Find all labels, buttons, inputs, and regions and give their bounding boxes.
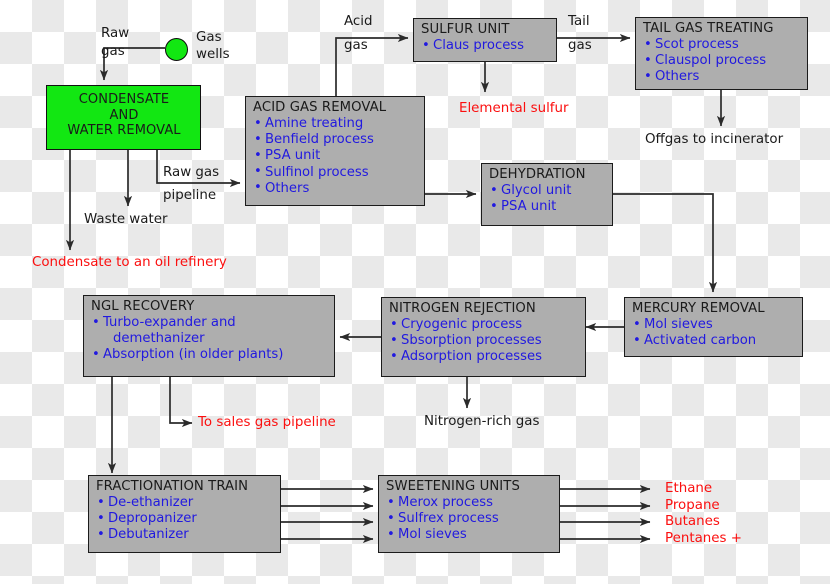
product-label-ethane: Ethane (665, 481, 713, 496)
list-item-continuation: demethanizer (113, 331, 205, 347)
list-item: PSA unit (489, 199, 606, 215)
tail-gas-treating-items: Scot process Clauspol process Others (643, 36, 801, 86)
flow-diagram-canvas: Gas wells Raw gas CONDENSATE AND WATER R… (0, 0, 830, 584)
node-mercury-removal[interactable]: MERCURY REMOVAL Mol sieves Activated car… (624, 297, 803, 357)
stream-label-to-sales-gas-pipeline: To sales gas pipeline (198, 415, 336, 430)
list-item: Others (643, 69, 801, 85)
node-acid-gas-removal[interactable]: ACID GAS REMOVAL Amine treating Benfield… (245, 96, 425, 206)
stream-label-elemental-sulfur: Elemental sulfur (459, 101, 569, 116)
list-item: Others (253, 180, 418, 197)
ngl-recovery-title: NGL RECOVERY (91, 299, 195, 314)
list-item: Mol sieves (632, 316, 796, 333)
fractionation-train-items: De-ethanizer Depropanizer Debutanizer (96, 494, 274, 544)
node-dehydration[interactable]: DEHYDRATION Glycol unit PSA unit (481, 163, 613, 226)
acid-gas-removal-items: Amine treating Benfield process PSA unit… (253, 115, 418, 197)
list-item: Amine treating (253, 115, 418, 132)
tail-gas-treating-title: TAIL GAS TREATING (643, 21, 774, 36)
stream-label-tail-gas-line2: gas (568, 38, 592, 53)
list-item: Debutanizer (96, 527, 274, 543)
nitrogen-rejection-items: Cryogenic process Sbsorption processes A… (389, 316, 579, 366)
node-fractionation-train[interactable]: FRACTIONATION TRAIN De-ethanizer Depropa… (88, 475, 281, 553)
list-item: Activated carbon (632, 333, 796, 349)
node-tail-gas-treating[interactable]: TAIL GAS TREATING Scot process Clauspol … (635, 17, 808, 90)
list-item: Glycol unit (489, 182, 606, 199)
list-item: Cryogenic process (389, 316, 579, 333)
list-item: Claus process (421, 37, 550, 54)
node-nitrogen-rejection[interactable]: NITROGEN REJECTION Cryogenic process Sbs… (381, 297, 586, 377)
stream-label-acid-gas-line2: gas (344, 38, 368, 53)
stream-label-raw-gas-line1: Raw (101, 26, 130, 41)
list-item: Sbsorption processes (389, 333, 579, 349)
list-item: Absorption (in older plants) (91, 347, 328, 363)
list-item: Sulfrex process (386, 511, 553, 527)
acid-gas-removal-title: ACID GAS REMOVAL (253, 100, 387, 115)
condensate-title-line1: CONDENSATE (78, 92, 170, 107)
product-label-pentanes: Pentanes + (665, 531, 742, 546)
sulfur-unit-items: Claus process (421, 37, 550, 54)
list-item: Adsorption processes (389, 349, 579, 365)
condensate-title-line3: WATER REMOVAL (67, 123, 181, 138)
gas-wells-label-line1: Gas (196, 30, 222, 45)
sulfur-unit-title: SULFUR UNIT (421, 22, 510, 37)
list-item: Mol sieves (386, 527, 553, 543)
stream-label-waste-water: Waste water (84, 212, 168, 227)
wire-ngl-to-salesgas (169, 377, 193, 428)
wire-dehydration-to-mercury (613, 193, 718, 293)
dehydration-title: DEHYDRATION (489, 167, 586, 182)
list-item: Sulfinol process (253, 164, 418, 181)
stream-label-acid-gas-line1: Acid (344, 14, 373, 29)
node-condensate-and-water-removal[interactable]: CONDENSATE AND WATER REMOVAL (46, 85, 201, 150)
stream-label-nitrogen-rich-gas: Nitrogen-rich gas (424, 414, 540, 429)
product-label-butanes: Butanes (665, 514, 720, 529)
fractionation-train-title: FRACTIONATION TRAIN (96, 479, 249, 494)
condensate-title-line2: AND (109, 107, 139, 123)
gas-wells-node[interactable] (165, 38, 188, 61)
node-ngl-recovery[interactable]: NGL RECOVERY Turbo-expander and demethan… (83, 295, 335, 377)
list-item: Clauspol process (643, 53, 801, 69)
stream-label-offgas-to-incinerator: Offgas to incinerator (645, 132, 784, 147)
gas-wells-label-line2: wells (196, 47, 230, 62)
node-sweetening-units[interactable]: SWEETENING UNITS Merox process Sulfrex p… (378, 475, 560, 553)
stream-label-raw-gas-line2: gas (101, 44, 125, 59)
product-label-propane: Propane (665, 498, 720, 513)
node-sulfur-unit[interactable]: SULFUR UNIT Claus process (413, 18, 557, 62)
ngl-recovery-items: Turbo-expander and demethanizer Absorpti… (91, 314, 328, 364)
list-item: Depropanizer (96, 511, 274, 527)
stream-label-raw-gas-pipeline-line2: pipeline (163, 188, 217, 203)
mercury-removal-title: MERCURY REMOVAL (632, 301, 765, 316)
list-item: Benfield process (253, 132, 418, 148)
stream-label-tail-gas-line1: Tail (568, 14, 590, 29)
mercury-removal-items: Mol sieves Activated carbon (632, 316, 796, 349)
stream-label-raw-gas-pipeline-line1: Raw gas (163, 165, 220, 180)
sweetening-units-title: SWEETENING UNITS (386, 479, 520, 494)
dehydration-items: Glycol unit PSA unit (489, 182, 606, 215)
list-item: Turbo-expander and (91, 314, 328, 331)
list-item: De-ethanizer (96, 494, 274, 511)
nitrogen-rejection-title: NITROGEN REJECTION (389, 301, 536, 316)
stream-label-condensate-to-refinery: Condensate to an oil refinery (32, 255, 227, 270)
sweetening-units-items: Merox process Sulfrex process Mol sieves (386, 494, 553, 544)
list-item: PSA unit (253, 148, 418, 164)
list-item: Scot process (643, 36, 801, 53)
list-item: Merox process (386, 494, 553, 511)
